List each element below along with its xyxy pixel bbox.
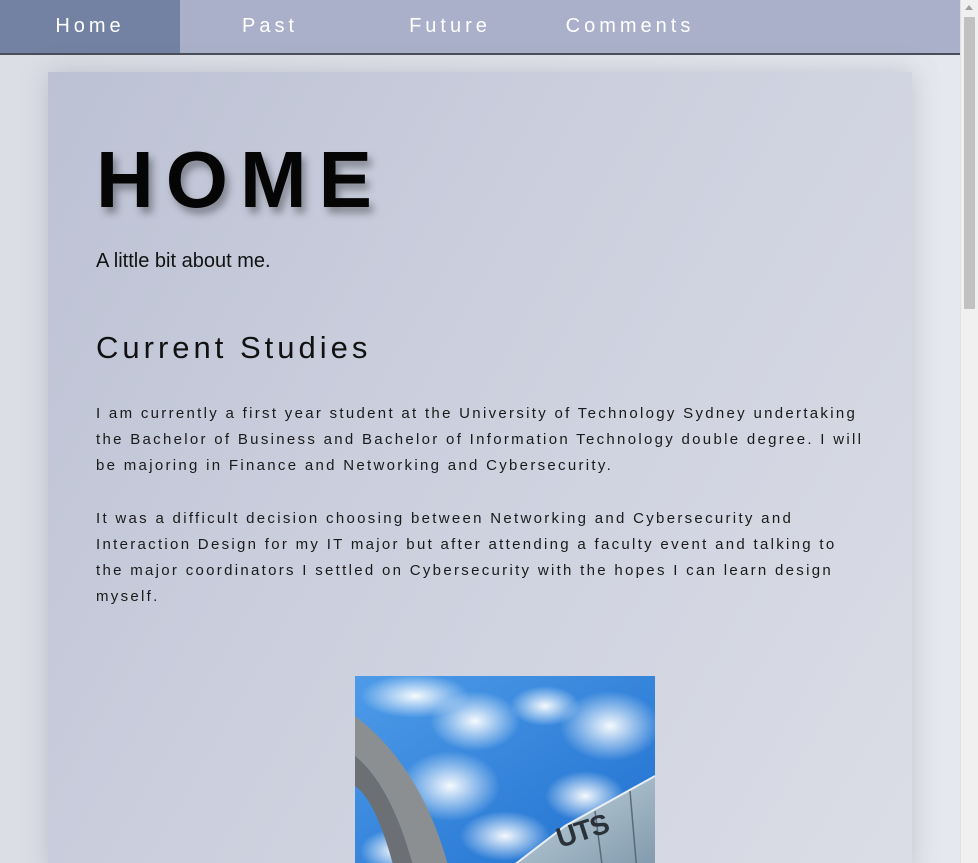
studies-paragraph: I am currently a first year student at t… [96,405,864,474]
content-card: HOME A little bit about me. Current Stud… [48,72,912,863]
nav-past-link[interactable]: Past [180,0,360,53]
scroll-up-icon[interactable] [965,5,973,10]
top-navigation: Home Past Future Comments [0,0,961,55]
page-subtitle: A little bit about me. [96,250,271,272]
nav-future-link[interactable]: Future [360,0,540,53]
campus-photo-image: UTS [355,676,655,863]
major-paragraph: It was a difficult decision choosing bet… [96,510,837,605]
vertical-scrollbar[interactable] [960,0,978,863]
section-heading-current-studies: Current Studies [96,330,372,365]
nav-comments-link[interactable]: Comments [540,0,720,53]
page-title: HOME [96,135,384,224]
scrollbar-thumb[interactable] [964,17,975,309]
nav-home-link[interactable]: Home [0,0,180,53]
campus-photo: UTS [355,676,655,863]
